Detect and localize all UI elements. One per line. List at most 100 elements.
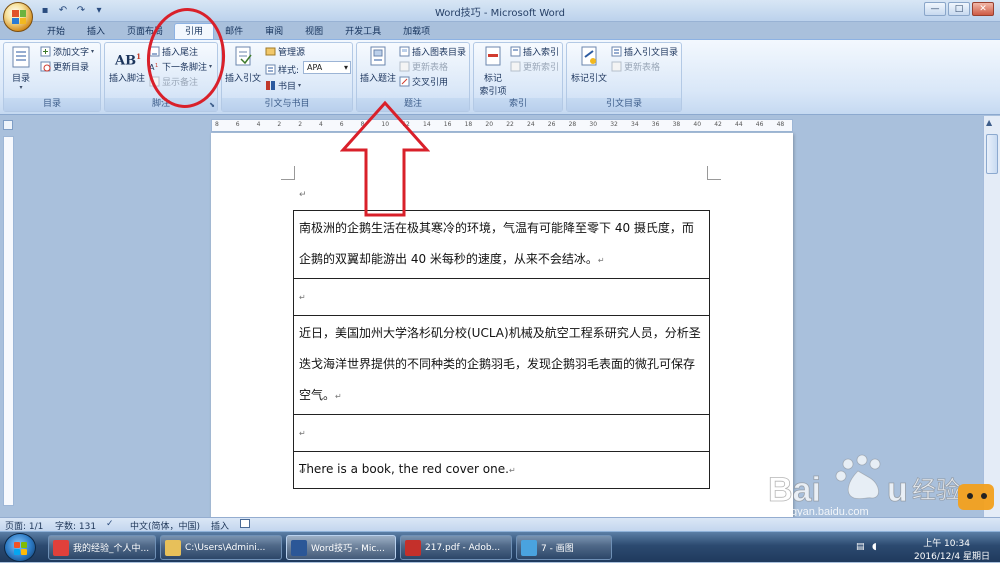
insert-table-of-figures-button[interactable]: 插入图表目录 <box>399 45 466 58</box>
taskbar-item-label: 我的经验_个人中... <box>73 544 150 554</box>
update-index-label: 更新索引 <box>523 63 560 73</box>
horizontal-ruler[interactable]: 8 6 4 2 2 4 6 8 10 12 14 16 18 20 22 24 26 28 30 32 34 36 38 40… <box>211 119 793 132</box>
cross-reference-button[interactable]: 交叉引用 <box>399 75 448 88</box>
toc-button-label: 目录 <box>11 74 30 84</box>
table-cell[interactable]: 近日，美国加州大学洛杉矶分校(UCLA)机械及航空工程系研究人员，分析圣迭戈海洋… <box>293 315 710 415</box>
tab-6[interactable]: 视图 <box>294 23 334 40</box>
paragraph-mark: ↵ <box>335 392 342 401</box>
document-workspace: 8 6 4 2 2 4 6 8 10 12 14 16 18 20 22 24 26 28 30 32 34 36 38 40… <box>0 116 1000 523</box>
taskbar-item-label: C:\Users\Admini... <box>185 542 266 553</box>
ruler-number: 36 <box>651 121 660 128</box>
paragraph-mark: ↵ <box>299 429 306 438</box>
ruler-number: 2 <box>277 121 282 128</box>
insert-index-icon <box>510 46 521 57</box>
taskbar-item[interactable]: 7 - 画图 <box>516 535 612 560</box>
manage-sources-button[interactable]: 管理源 <box>265 45 305 58</box>
document-page[interactable]: ↵ 南极洲的企鹅生活在极其寒冷的环境，气温有可能降至零下 40 摄氏度，而企鹅的… <box>211 133 793 523</box>
clock-time[interactable]: 上午 10:34 <box>923 536 970 549</box>
paragraph-mark: ↵ <box>597 256 605 265</box>
cell-text: 近日，美国加州大学洛杉矶分校(UCLA)机械及航空工程系研究人员，分析圣迭戈海洋… <box>299 326 701 402</box>
ruler-number: 6 <box>235 121 240 128</box>
update-index-button[interactable]: 更新索引 <box>510 60 559 73</box>
insert-citation-icon <box>235 46 252 66</box>
app-icon <box>521 539 537 556</box>
table-cell[interactable]: ↵ <box>293 278 710 316</box>
insert-caption-button[interactable]: 插入题注 <box>359 45 397 84</box>
taskbar-item-label: 217.pdf - Adob... <box>425 542 501 553</box>
chevron-down-icon: ▾ <box>91 48 95 55</box>
insert-toa-label: 插入引文目录 <box>624 48 679 58</box>
spelling-check-icon[interactable]: ✓ <box>106 519 114 529</box>
tab-8[interactable]: 加载项 <box>392 23 441 40</box>
taskbar-item[interactable]: 217.pdf - Adob... <box>400 535 512 560</box>
table-row: 近日，美国加州大学洛杉矶分校(UCLA)机械及航空工程系研究人员，分析圣迭戈海洋… <box>293 315 710 415</box>
tab-5[interactable]: 审阅 <box>254 23 294 40</box>
insert-index-button[interactable]: 插入索引 <box>510 45 559 58</box>
insert-footnote-button[interactable]: AB1 插入脚注 <box>108 45 146 84</box>
taskbar-item[interactable]: 我的经验_个人中... <box>48 535 156 560</box>
dialog-launcher-icon[interactable]: ⬊ <box>209 101 215 109</box>
update-table-button[interactable]: 更新表格 <box>399 60 448 73</box>
vertical-ruler[interactable] <box>3 136 14 506</box>
ruler-number: 26 <box>547 121 556 128</box>
tab-0[interactable]: 开始 <box>36 23 76 40</box>
tab-7[interactable]: 开发工具 <box>334 23 392 40</box>
taskbar-item[interactable]: C:\Users\Admini... <box>160 535 282 560</box>
footnote-icon: AB1 <box>115 45 141 69</box>
ruler-number: 30 <box>589 121 598 128</box>
citation-style-select[interactable]: APA <box>303 61 351 74</box>
paragraph-mark: ↵ <box>508 466 516 475</box>
footnote-icon-sup: 1 <box>136 52 141 61</box>
mark-citation-button[interactable]: 标记引文 <box>569 45 609 84</box>
ruler-toggle-button[interactable] <box>3 120 13 130</box>
minimize-button[interactable]: — <box>924 2 946 16</box>
app-icon <box>53 539 69 556</box>
add-text-button[interactable]: 添加文字 ▾ <box>40 45 94 58</box>
insert-toa-button[interactable]: 插入引文目录 <box>611 45 678 58</box>
ruler-number: 42 <box>714 121 722 128</box>
scroll-thumb[interactable] <box>986 134 998 174</box>
group-label-toa: 引文目录 <box>567 98 681 111</box>
mark-entry-label: 标记 索引项 <box>479 74 507 97</box>
document-table[interactable]: 南极洲的企鹅生活在极其寒冷的环境，气温有可能降至零下 40 摄氏度，而企鹅的双翼… <box>293 210 710 489</box>
update-toa-icon <box>611 61 622 72</box>
update-toa-button[interactable]: 更新表格 <box>611 60 660 73</box>
table-of-figures-icon <box>399 46 410 57</box>
tab-1[interactable]: 插入 <box>76 23 116 40</box>
group-index: 标记 索引项 插入索引 更新索引 索引 <box>473 42 563 112</box>
cell-text: There is a book, the red cover one. <box>299 462 509 476</box>
vertical-scrollbar[interactable]: ▲ <box>983 116 1000 517</box>
insert-citation-button[interactable]: 插入引文 <box>224 45 262 84</box>
mark-entry-button[interactable]: 标记 索引项 <box>476 45 510 97</box>
table-cell[interactable]: ↵ <box>293 414 710 452</box>
volume-icon[interactable]: ◖ <box>872 542 877 552</box>
table-cell[interactable]: 南极洲的企鹅生活在极其寒冷的环境，气温有可能降至零下 40 摄氏度，而企鹅的双翼… <box>293 210 710 279</box>
bibliography-button[interactable]: 书目 ▾ <box>265 79 301 92</box>
clock-date[interactable]: 2016/12/4 星期日 <box>914 549 990 562</box>
mark-citation-label: 标记引文 <box>570 74 607 84</box>
mark-entry-icon <box>485 46 501 66</box>
annotation-arrow <box>340 100 430 217</box>
maximize-button[interactable]: □ <box>948 2 970 16</box>
office-button[interactable] <box>3 2 33 32</box>
scroll-up-icon[interactable]: ▲ <box>986 118 992 127</box>
cross-reference-icon <box>399 76 410 87</box>
start-button[interactable] <box>4 533 36 562</box>
update-toc-button[interactable]: 更新目录 <box>40 60 89 73</box>
ruler-number: 20 <box>485 121 494 128</box>
network-icon[interactable]: ▤ <box>856 542 865 552</box>
macro-record-icon[interactable] <box>240 519 250 528</box>
toc-button[interactable]: 目录 ▾ <box>8 45 34 91</box>
table-row: 南极洲的企鹅生活在极其寒冷的环境，气温有可能降至零下 40 摄氏度，而企鹅的双翼… <box>293 210 710 279</box>
update-toc-icon <box>40 61 51 72</box>
close-button[interactable]: ✕ <box>972 2 994 16</box>
table-cell[interactable]: There is a book, the red cover one.↵ <box>293 451 710 489</box>
bibliography-label: 书目 <box>278 82 297 92</box>
group-citations: 插入引文 管理源 样式: APA 书目 ▾ 引文与书目 <box>221 42 353 112</box>
title-bar: ▪ ↶ ↷ ▾ Word技巧 - Microsoft Word — □ ✕ <box>0 0 1000 32</box>
ruler-number: 40 <box>693 121 702 128</box>
ruler-number: 32 <box>610 121 618 128</box>
system-tray: ▤ ◖ 上午 10:34 2016/12/4 星期日 <box>850 532 1000 563</box>
office-logo-icon <box>12 10 26 24</box>
taskbar-item[interactable]: Word技巧 - Mic... <box>286 535 396 560</box>
